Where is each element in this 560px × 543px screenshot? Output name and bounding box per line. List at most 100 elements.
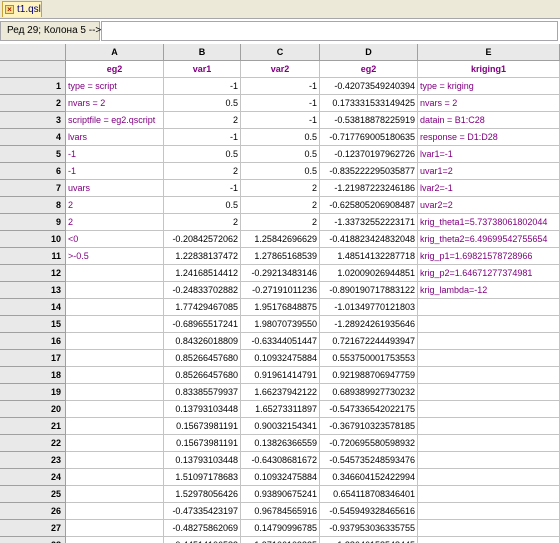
cell[interactable]: 0.654118708346401	[320, 486, 418, 503]
cell[interactable]: lvars	[66, 129, 164, 146]
cell[interactable]: uvar2=2	[418, 197, 560, 214]
cell[interactable]	[418, 418, 560, 435]
cell[interactable]: 1.52978056426	[164, 486, 241, 503]
cell[interactable]: -0.625805206908487	[320, 197, 418, 214]
cell[interactable]: -0.24833702882	[164, 282, 241, 299]
cell[interactable]: 0.90032154341	[241, 418, 320, 435]
cell[interactable]	[66, 486, 164, 503]
cell[interactable]: -0.44514106583	[164, 537, 241, 543]
cell[interactable]: -1	[241, 95, 320, 112]
select-all-corner[interactable]	[0, 44, 66, 61]
cell[interactable]: datain = B1:C28	[418, 112, 560, 129]
cell[interactable]: -1	[66, 163, 164, 180]
cell[interactable]: uvar1=2	[418, 163, 560, 180]
cell[interactable]	[66, 333, 164, 350]
cell[interactable]: nvars = 2	[66, 95, 164, 112]
cell[interactable]	[418, 350, 560, 367]
cell[interactable]: -0.890190717883122	[320, 282, 418, 299]
cell[interactable]: 2	[241, 214, 320, 231]
cell[interactable]: 0.5	[241, 146, 320, 163]
cell[interactable]	[66, 469, 164, 486]
cell[interactable]	[418, 469, 560, 486]
row-header[interactable]: 21	[0, 418, 66, 435]
cell[interactable]: uvars	[66, 180, 164, 197]
cell[interactable]: 0.689389927730232	[320, 384, 418, 401]
cell[interactable]: 0.721672244493947	[320, 333, 418, 350]
cell[interactable]	[418, 452, 560, 469]
cell[interactable]: 0.173331533149425	[320, 95, 418, 112]
cell[interactable]	[418, 503, 560, 520]
cell[interactable]: 0.13793103448	[164, 452, 241, 469]
cell[interactable]	[418, 401, 560, 418]
cell[interactable]: -1	[241, 112, 320, 129]
cell[interactable]: -0.717769005180635	[320, 129, 418, 146]
row-header[interactable]: 3	[0, 112, 66, 129]
row-header[interactable]: 22	[0, 435, 66, 452]
row-header[interactable]: 12	[0, 265, 66, 282]
row-header[interactable]: 5	[0, 146, 66, 163]
cell[interactable]: 0.346604152422994	[320, 469, 418, 486]
cell[interactable]	[66, 384, 164, 401]
cell[interactable]: 0.84326018809	[164, 333, 241, 350]
cell[interactable]: 1.95176848875	[241, 299, 320, 316]
cell[interactable]	[418, 316, 560, 333]
cell[interactable]	[418, 486, 560, 503]
cell[interactable]: -1	[164, 180, 241, 197]
cell[interactable]: 1.51097178683	[164, 469, 241, 486]
cell[interactable]: 1.25842696629	[241, 231, 320, 248]
cell[interactable]: 2	[241, 197, 320, 214]
cell[interactable]: 0.10932475884	[241, 350, 320, 367]
cell[interactable]: scriptfile = eg2.qscript	[66, 112, 164, 129]
cell[interactable]: 0.15673981191	[164, 418, 241, 435]
cell[interactable]: 0.91961414791	[241, 367, 320, 384]
column-name[interactable]: eg2	[66, 61, 164, 78]
column-name[interactable]: eg2	[320, 61, 418, 78]
cell[interactable]: 0.5	[164, 146, 241, 163]
cell[interactable]: -0.545949328465616	[320, 503, 418, 520]
column-header-B[interactable]: B	[164, 44, 241, 61]
row-header[interactable]: 26	[0, 503, 66, 520]
row-header[interactable]: 9	[0, 214, 66, 231]
cell[interactable]: nvars = 2	[418, 95, 560, 112]
cell[interactable]: -0.47335423197	[164, 503, 241, 520]
cell[interactable]: 2	[164, 163, 241, 180]
cell[interactable]: 0.5	[241, 129, 320, 146]
cell[interactable]: 0.93890675241	[241, 486, 320, 503]
column-name[interactable]: var2	[241, 61, 320, 78]
row-header[interactable]: 7	[0, 180, 66, 197]
cell[interactable]: -0.835222295035877	[320, 163, 418, 180]
row-header[interactable]: 10	[0, 231, 66, 248]
cell[interactable]	[418, 520, 560, 537]
cell[interactable]: 0.83385579937	[164, 384, 241, 401]
cell[interactable]: type = script	[66, 78, 164, 95]
cell[interactable]	[66, 520, 164, 537]
cell[interactable]: 1.27865168539	[241, 248, 320, 265]
cell[interactable]: -0.418823424832048	[320, 231, 418, 248]
cell[interactable]: 1.02009026944851	[320, 265, 418, 282]
cell[interactable]: krig_theta2=6.49699542755654	[418, 231, 560, 248]
row-header[interactable]: 19	[0, 384, 66, 401]
cell[interactable]: 0.13826366559	[241, 435, 320, 452]
column-header-D[interactable]: D	[320, 44, 418, 61]
cell[interactable]	[66, 350, 164, 367]
row-header[interactable]: 20	[0, 401, 66, 418]
cell[interactable]: 2	[241, 180, 320, 197]
cell[interactable]: 1.65273311897	[241, 401, 320, 418]
cell[interactable]	[418, 333, 560, 350]
cell[interactable]: 2	[164, 214, 241, 231]
cell[interactable]: 2	[164, 112, 241, 129]
row-header[interactable]: 15	[0, 316, 66, 333]
cell[interactable]	[66, 367, 164, 384]
cell[interactable]: 1.98070739550	[241, 316, 320, 333]
cell[interactable]	[418, 384, 560, 401]
cell[interactable]: -1	[241, 78, 320, 95]
cell[interactable]	[66, 401, 164, 418]
row-header[interactable]: 2	[0, 95, 66, 112]
row-header[interactable]: 27	[0, 520, 66, 537]
column-name[interactable]: var1	[164, 61, 241, 78]
cell[interactable]: 1.48514132287718	[320, 248, 418, 265]
cell[interactable]	[66, 537, 164, 543]
cell[interactable]: -1.28924261935646	[320, 316, 418, 333]
cell[interactable]: 0.5	[164, 95, 241, 112]
row-header[interactable]: 8	[0, 197, 66, 214]
